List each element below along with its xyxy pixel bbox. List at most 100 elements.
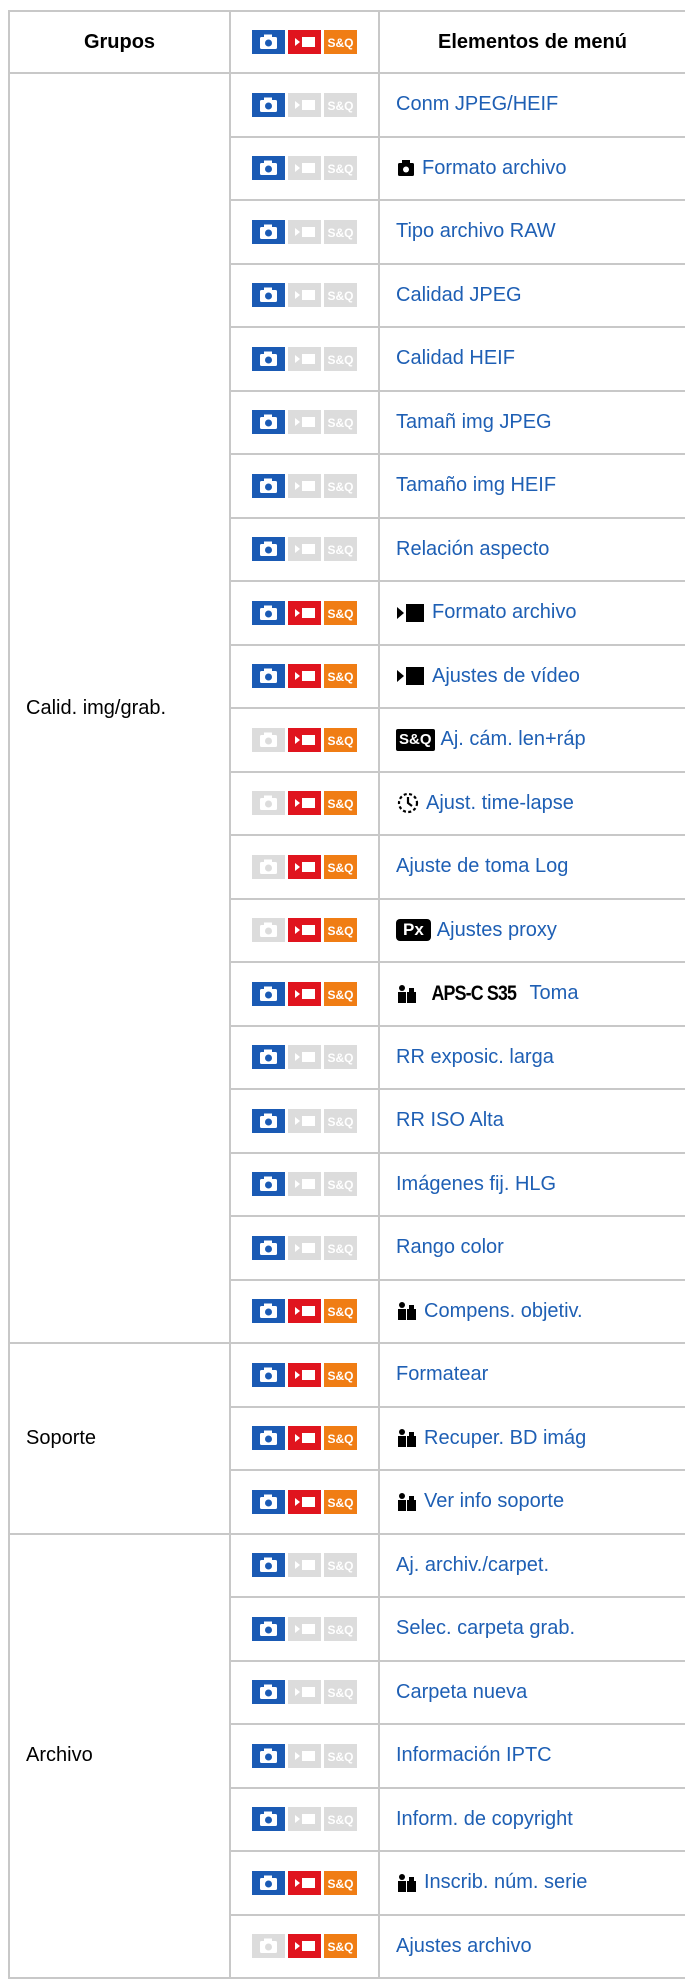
- movie-mode-icon: [288, 473, 321, 498]
- menu-item-cell: APS-C S35 Toma: [378, 961, 685, 1027]
- photo-mode-icon: [252, 1934, 285, 1959]
- mode-cell: S&Q: [229, 1088, 380, 1154]
- menu-item-link[interactable]: Rango color: [396, 1236, 504, 1259]
- sq-mode-icon: S&Q: [324, 1553, 357, 1578]
- menu-item-link[interactable]: Inform. de copyright: [396, 1808, 573, 1831]
- menu-item-link[interactable]: Tipo archivo RAW: [396, 220, 556, 243]
- menu-item-cell: Formato archivo: [378, 135, 685, 201]
- mode-badges: S&Q: [252, 1553, 357, 1578]
- photo-mode-icon: [252, 1680, 285, 1705]
- movie-icon: [396, 602, 426, 624]
- mode-badges: S&Q: [252, 1616, 357, 1641]
- mode-badges: S&Q: [252, 1426, 357, 1451]
- menu-item-link[interactable]: Tamañ img JPEG: [396, 411, 552, 434]
- menu-item-link[interactable]: Ajustes archivo: [396, 1935, 532, 1958]
- sq-mode-icon: S&Q: [324, 1489, 357, 1514]
- menu-item-cell: Ajustes de vídeo: [378, 643, 685, 709]
- menu-item-cell: Formato archivo: [378, 580, 685, 646]
- photo-mode-icon: [252, 918, 285, 943]
- group-label: Archivo: [8, 1532, 231, 1979]
- menu-item-link[interactable]: Conm JPEG/HEIF: [396, 93, 558, 116]
- svg-text:S&Q: S&Q: [327, 1496, 353, 1510]
- menu-item-link[interactable]: RR exposic. larga: [396, 1046, 554, 1069]
- menu-item-link[interactable]: Información IPTC: [396, 1744, 552, 1767]
- photo-mode-icon: [252, 1172, 285, 1197]
- svg-text:S&Q: S&Q: [327, 1813, 353, 1827]
- menu-item-link[interactable]: Formato archivo: [432, 601, 577, 624]
- sq-mode-icon: S&Q: [324, 791, 357, 816]
- mode-badges: S&Q: [252, 918, 357, 943]
- movie-mode-icon: [288, 219, 321, 244]
- menu-item-link[interactable]: Ajustes proxy: [437, 919, 557, 942]
- photo-mode-icon: [252, 1108, 285, 1133]
- movie-mode-icon: [288, 1553, 321, 1578]
- header-row: Grupos S&Q Elementos de menú: [8, 10, 685, 74]
- menu-item-link[interactable]: Imágenes fij. HLG: [396, 1173, 556, 1196]
- photo-mode-icon: [252, 664, 285, 689]
- custom-icon: [396, 1872, 418, 1894]
- movie-mode-icon: [288, 1807, 321, 1832]
- sq-mode-icon: S&Q: [324, 283, 357, 308]
- sq-mode-icon: S&Q: [324, 1870, 357, 1895]
- menu-item-cell: RR exposic. larga: [378, 1024, 685, 1090]
- custom-icon: [396, 1491, 418, 1513]
- menu-item-link[interactable]: Compens. objetiv.: [424, 1300, 583, 1323]
- menu-item-link[interactable]: Relación aspecto: [396, 538, 549, 561]
- menu-item-link[interactable]: Formato archivo: [422, 157, 567, 180]
- mode-cell: S&Q: [229, 453, 380, 519]
- menu-item-link[interactable]: Calidad JPEG: [396, 284, 522, 307]
- menu-item-cell: Imágenes fij. HLG: [378, 1151, 685, 1217]
- menu-item-link[interactable]: Ajust. time-lapse: [426, 792, 574, 815]
- svg-text:S&Q: S&Q: [327, 1686, 353, 1700]
- menu-item-cell: Ver info soporte: [378, 1469, 685, 1535]
- menu-item-cell: Calidad HEIF: [378, 326, 685, 392]
- mode-cell: S&Q: [229, 1342, 380, 1408]
- photo-mode-icon: [252, 1616, 285, 1641]
- movie-mode-icon: [288, 1489, 321, 1514]
- header-groups: Grupos: [8, 10, 231, 74]
- svg-text:S&Q: S&Q: [327, 480, 353, 494]
- menu-item-link[interactable]: Selec. carpeta grab.: [396, 1617, 575, 1640]
- menu-item-link[interactable]: Ver info soporte: [424, 1490, 564, 1513]
- mode-cell: S&Q: [229, 135, 380, 201]
- sq-mode-icon: S&Q: [324, 1680, 357, 1705]
- menu-item-link[interactable]: Aj. archiv./carpet.: [396, 1554, 549, 1577]
- mode-badges: S&Q: [252, 1108, 357, 1133]
- photo-mode-icon: [252, 219, 285, 244]
- sq-mode-icon: S&Q: [324, 473, 357, 498]
- mode-cell: S&Q: [229, 1786, 380, 1852]
- menu-item-cell: Carpeta nueva: [378, 1659, 685, 1725]
- movie-mode-icon: [288, 981, 321, 1006]
- menu-item-link[interactable]: Recuper. BD imág: [424, 1427, 586, 1450]
- mode-badges: S&Q: [252, 1934, 357, 1959]
- movie-mode-icon: [288, 1362, 321, 1387]
- menu-item-link[interactable]: Aj. cám. len+ráp: [441, 728, 586, 751]
- custom-icon: [396, 983, 418, 1005]
- photo-mode-icon: [252, 346, 285, 371]
- menu-item-link[interactable]: Carpeta nueva: [396, 1681, 527, 1704]
- sq-mode-icon: S&Q: [324, 1743, 357, 1768]
- menu-item-cell: Compens. objetiv.: [378, 1278, 685, 1344]
- mode-cell: S&Q: [229, 1913, 380, 1979]
- menu-item-link[interactable]: Toma: [530, 982, 579, 1005]
- menu-item-cell: Información IPTC: [378, 1723, 685, 1789]
- menu-item-link[interactable]: Tamaño img HEIF: [396, 474, 556, 497]
- mode-badges: S&Q: [252, 791, 357, 816]
- menu-item-link[interactable]: RR ISO Alta: [396, 1109, 504, 1132]
- svg-text:S&Q: S&Q: [327, 1750, 353, 1764]
- mode-badges: S&Q: [252, 1045, 357, 1070]
- movie-mode-icon: [288, 1870, 321, 1895]
- menu-item-link[interactable]: Calidad HEIF: [396, 347, 515, 370]
- sq-mode-icon: S&Q: [324, 1235, 357, 1260]
- mode-badges: S&Q: [252, 1299, 357, 1324]
- svg-text:S&Q: S&Q: [327, 861, 353, 875]
- mode-cell: S&Q: [229, 770, 380, 836]
- menu-item-link[interactable]: Formatear: [396, 1363, 488, 1386]
- movie-mode-icon: [288, 156, 321, 181]
- menu-item-link[interactable]: Inscrib. núm. serie: [424, 1871, 587, 1894]
- menu-item-link[interactable]: Ajustes de vídeo: [432, 665, 580, 688]
- mode-cell: S&Q: [229, 199, 380, 265]
- sq-mode-icon: S&Q: [324, 1299, 357, 1324]
- sq-mode-icon: S&Q: [324, 1108, 357, 1133]
- menu-item-link[interactable]: Ajuste de toma Log: [396, 855, 568, 878]
